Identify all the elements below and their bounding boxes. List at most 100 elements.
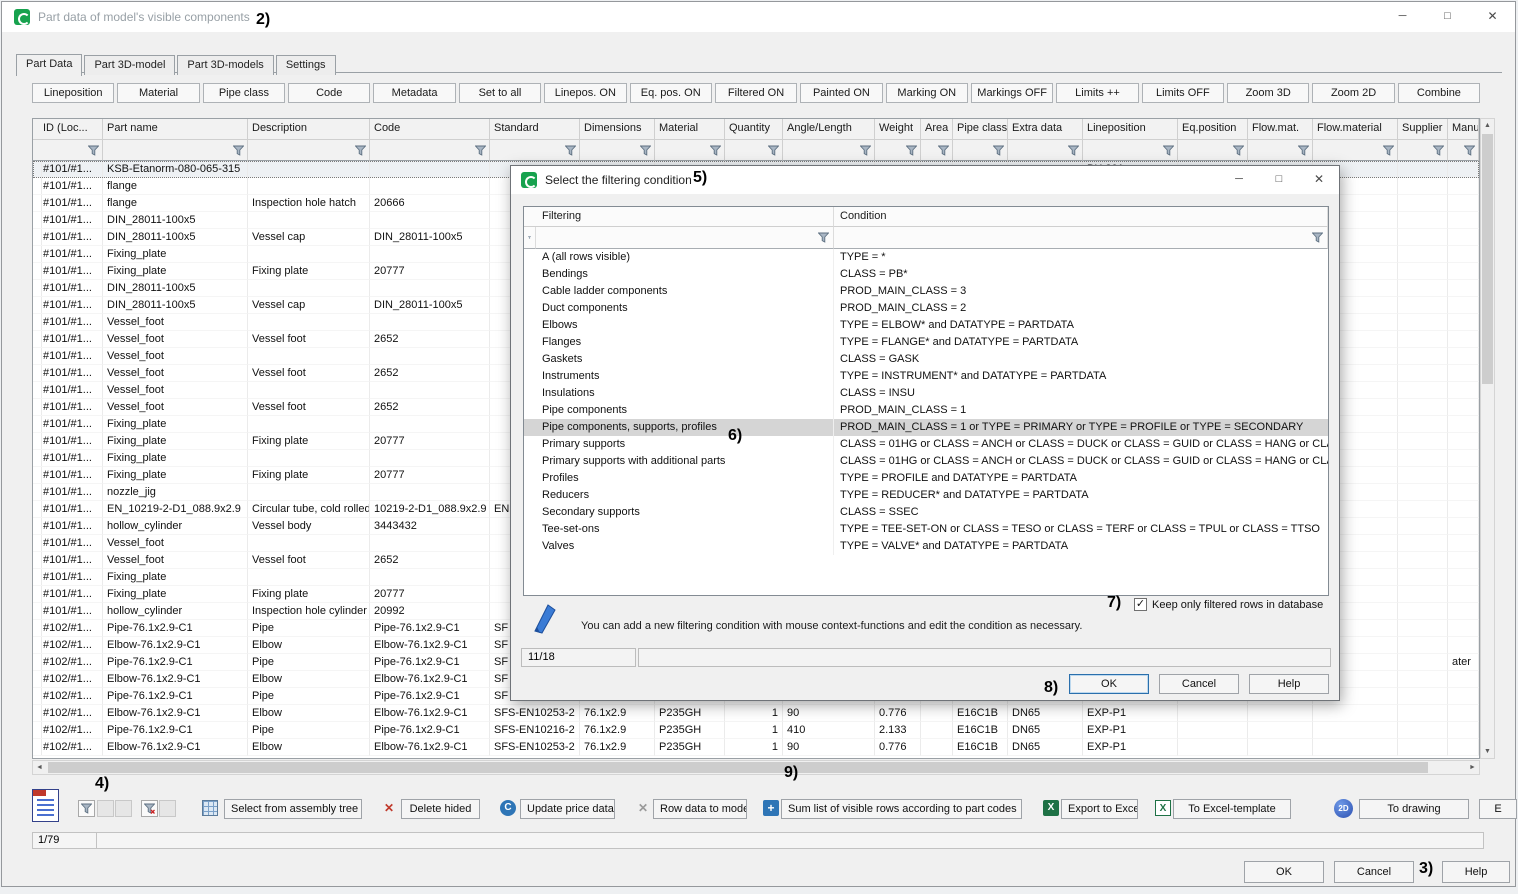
filter-clear-button[interactable]	[141, 800, 158, 817]
column-header[interactable]: Quantity	[725, 119, 783, 140]
filter-cell[interactable]	[1313, 140, 1398, 161]
update-price-data-button[interactable]: Update price data	[520, 799, 615, 819]
toolbar-button[interactable]: Combine	[1398, 83, 1480, 103]
filter-condition-row[interactable]: Secondary supports CLASS = SSEC	[524, 504, 1328, 521]
to-excel-template-button[interactable]: To Excel-template	[1173, 799, 1291, 819]
filter-cell[interactable]	[921, 140, 953, 161]
column-header[interactable]: Flow.mat.	[1248, 119, 1313, 140]
column-header[interactable]: Description	[248, 119, 370, 140]
toolbar-button[interactable]: Limits OFF	[1142, 83, 1224, 103]
dialog-help-button[interactable]: Help	[1249, 674, 1329, 694]
toolbar-button[interactable]: Markings OFF	[971, 83, 1053, 103]
filter-condition-row[interactable]: Gaskets CLASS = GASK	[524, 351, 1328, 368]
column-header[interactable]: Code	[370, 119, 490, 140]
toolbar-button[interactable]: Marking ON	[886, 83, 968, 103]
toolbar-button[interactable]: Filtered ON	[715, 83, 797, 103]
toolbar-button[interactable]: Zoom 2D	[1312, 83, 1394, 103]
column-header[interactable]: Angle/Length	[783, 119, 875, 140]
tab[interactable]: Part 3D-models	[177, 55, 273, 75]
horizontal-scrollbar[interactable]: ◄ ►	[32, 760, 1480, 775]
filter-condition-row[interactable]: Tee-set-ons TYPE = TEE-SET-ON or CLASS =…	[524, 521, 1328, 538]
scroll-down-icon[interactable]: ▼	[1481, 745, 1494, 758]
filter-condition-row[interactable]: A (all rows visible) TYPE = *	[524, 249, 1328, 266]
table-row[interactable]: #102/#1... Elbow-76.1x2.9-C1 Elbow Elbow…	[33, 705, 1479, 722]
column-header[interactable]: Extra data	[1008, 119, 1083, 140]
condition-column-header[interactable]: Condition	[834, 207, 1328, 227]
filter-cell[interactable]	[1448, 140, 1479, 161]
dialog-ok-button[interactable]: OK	[1069, 674, 1149, 694]
tab[interactable]: Part 3D-model	[84, 55, 175, 75]
help-button[interactable]: Help	[1442, 861, 1510, 883]
filter-cell[interactable]	[39, 140, 103, 161]
delete-hided-button[interactable]: Delete hided	[401, 799, 480, 819]
filter-cell[interactable]	[1008, 140, 1083, 161]
toolbar-button[interactable]: Code	[288, 83, 370, 103]
column-header[interactable]: Eq.position	[1178, 119, 1248, 140]
ok-button[interactable]: OK	[1244, 861, 1324, 883]
column-header[interactable]: Area	[921, 119, 953, 140]
column-header[interactable]: Flow.material	[1313, 119, 1398, 140]
column-header[interactable]: Weight	[875, 119, 921, 140]
tab[interactable]: Part Data	[16, 54, 82, 76]
filter-condition-row[interactable]: Flanges TYPE = FLANGE* and DATATYPE = PA…	[524, 334, 1328, 351]
toolbar-button[interactable]: Lineposition	[32, 83, 114, 103]
filter-condition-row[interactable]: Profiles TYPE = PROFILE and DATATYPE = P…	[524, 470, 1328, 487]
partial-e-button[interactable]: E	[1479, 799, 1517, 819]
filter-condition-row[interactable]: Pipe components, supports, profiles PROD…	[524, 419, 1328, 436]
toolbar-button[interactable]: Linepos. ON	[544, 83, 626, 103]
toolbar-button[interactable]: Set to all	[459, 83, 541, 103]
column-header[interactable]: ID (Loc...	[39, 119, 103, 140]
filter-condition-row[interactable]: Elbows TYPE = ELBOW* and DATATYPE = PART…	[524, 317, 1328, 334]
filter-cell[interactable]	[1248, 140, 1313, 161]
keep-filtered-rows-option[interactable]: ✓ Keep only filtered rows in database	[1134, 598, 1323, 611]
column-header[interactable]: Supplier	[1398, 119, 1448, 140]
to-drawing-button[interactable]: To drawing	[1359, 799, 1469, 819]
sum-list-button[interactable]: Sum list of visible rows according to pa…	[781, 799, 1022, 819]
filter-condition-row[interactable]: Bendings CLASS = PB*	[524, 266, 1328, 283]
column-header[interactable]: Standard	[490, 119, 580, 140]
filter-cell[interactable]	[875, 140, 921, 161]
toolbar-button[interactable]: Pipe class	[203, 83, 285, 103]
filter-condition-row[interactable]: Primary supports CLASS = 01HG or CLASS =…	[524, 436, 1328, 453]
table-row[interactable]: #102/#1... Pipe-76.1x2.9-C1 Pipe Pipe-76…	[33, 722, 1479, 739]
filter-cell[interactable]	[490, 140, 580, 161]
scroll-left-icon[interactable]: ◄	[33, 761, 46, 774]
scroll-up-icon[interactable]: ▲	[1481, 119, 1494, 132]
filter-cell[interactable]	[1083, 140, 1178, 161]
filter-cell[interactable]	[103, 140, 248, 161]
filter-cell[interactable]	[655, 140, 725, 161]
vertical-scroll-thumb[interactable]	[1482, 134, 1493, 384]
filter-condition-row[interactable]: Instruments TYPE = INSTRUMENT* and DATAT…	[524, 368, 1328, 385]
filter-condition-row[interactable]: Cable ladder components PROD_MAIN_CLASS …	[524, 283, 1328, 300]
dialog-maximize-icon[interactable]: □	[1259, 166, 1299, 193]
toolbar-button[interactable]: Eq. pos. ON	[630, 83, 712, 103]
filter-cell[interactable]	[783, 140, 875, 161]
scroll-right-icon[interactable]: ►	[1466, 761, 1479, 774]
filtering-filter-cell[interactable]	[536, 227, 834, 249]
toolbar-button[interactable]: Zoom 3D	[1227, 83, 1309, 103]
filter-condition-row[interactable]: Duct components PROD_MAIN_CLASS = 2	[524, 300, 1328, 317]
dialog-minimize-icon[interactable]: ─	[1219, 166, 1259, 193]
export-to-excel-button[interactable]: Export to Excel	[1061, 799, 1138, 819]
column-header[interactable]: Lineposition	[1083, 119, 1178, 140]
checkbox-checked-icon[interactable]: ✓	[1134, 598, 1147, 611]
filtering-column-header[interactable]: Filtering	[536, 207, 834, 227]
filter-funnel-button[interactable]	[78, 800, 95, 817]
filter-condition-row[interactable]: Primary supports with additional parts C…	[524, 453, 1328, 470]
filter-condition-row[interactable]: Valves TYPE = VALVE* and DATATYPE = PART…	[524, 538, 1328, 555]
toolbar-button[interactable]: Painted ON	[800, 83, 882, 103]
filter-condition-row[interactable]: Reducers TYPE = REDUCER* and DATATYPE = …	[524, 487, 1328, 504]
cancel-button[interactable]: Cancel	[1334, 861, 1414, 883]
column-header[interactable]: Dimensions	[580, 119, 655, 140]
part-list-icon[interactable]	[32, 789, 59, 822]
toolbar-button[interactable]: Material	[117, 83, 199, 103]
filter-cell[interactable]	[370, 140, 490, 161]
column-header[interactable]: Manufac...	[1448, 119, 1479, 140]
filter-cell[interactable]	[580, 140, 655, 161]
toolbar-button[interactable]: Limits ++	[1056, 83, 1138, 103]
filter-cell[interactable]	[1178, 140, 1248, 161]
horizontal-scroll-thumb[interactable]	[48, 762, 1428, 773]
maximize-icon[interactable]: □	[1425, 2, 1470, 31]
column-header[interactable]: Pipe class	[953, 119, 1008, 140]
select-from-assembly-tree-button[interactable]: Select from assembly tree	[224, 799, 362, 819]
